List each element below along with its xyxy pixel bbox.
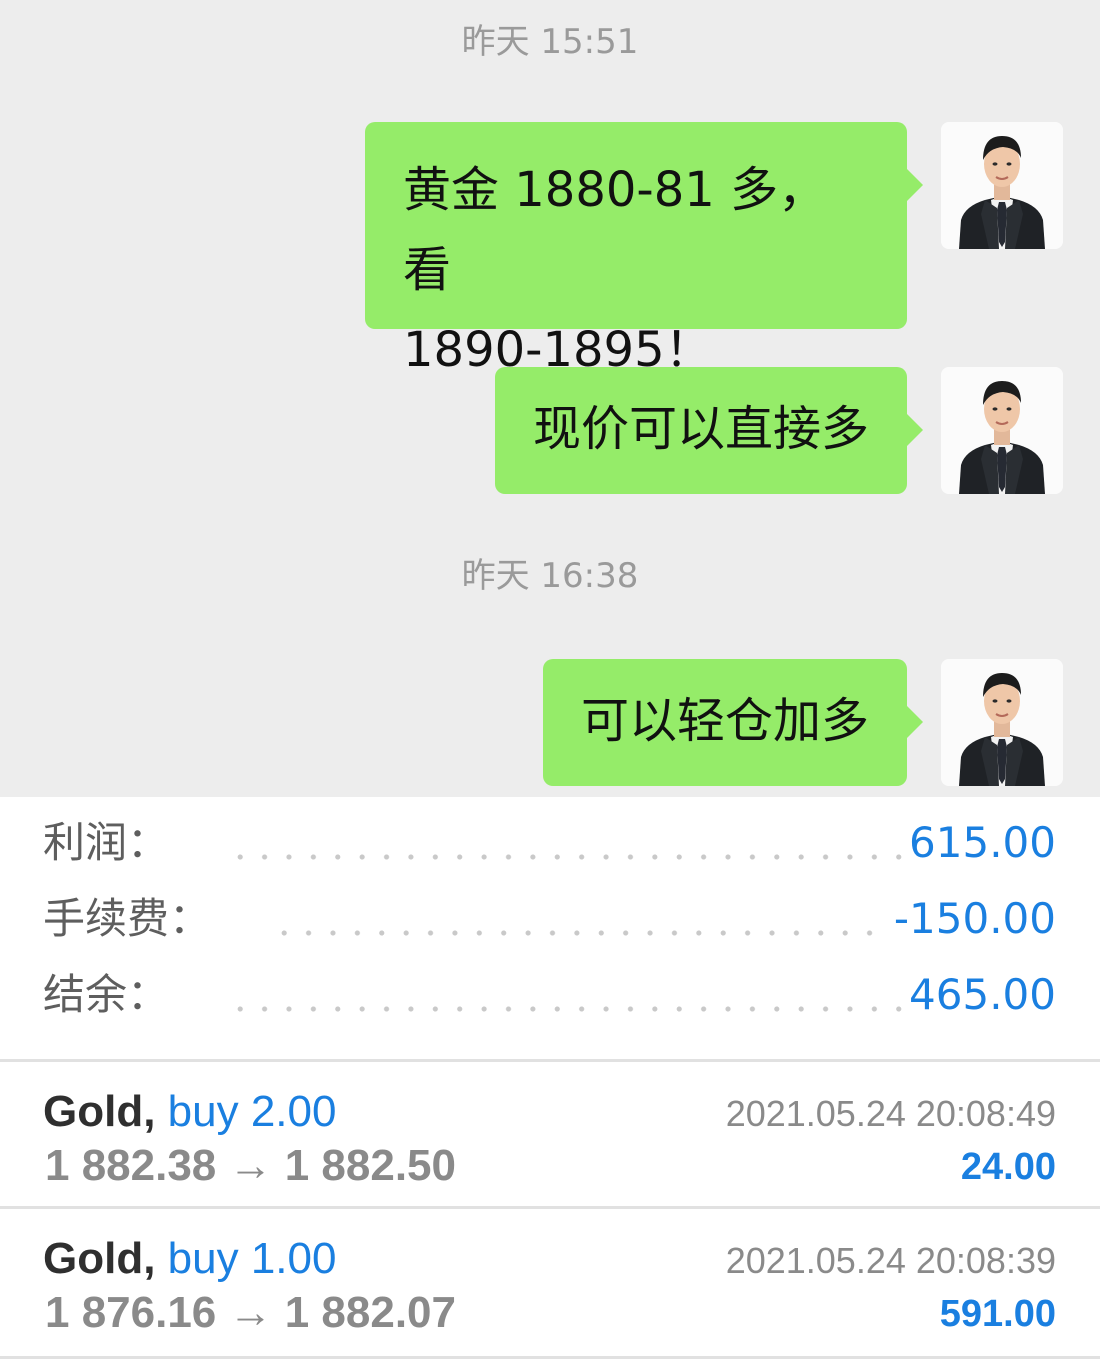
message-row: 黄金 1880-81 多，看 1890-1895！ bbox=[365, 122, 1063, 378]
user-avatar-suit-icon bbox=[941, 122, 1063, 249]
trade-side: buy 1.00 bbox=[167, 1234, 337, 1283]
trade-time: 2021.05.24 20:08:39 bbox=[725, 1240, 1056, 1281]
trade-symbol: Gold, bbox=[43, 1087, 156, 1136]
trade-side: buy 2.00 bbox=[167, 1087, 337, 1136]
summary-label: 手续费： bbox=[43, 894, 212, 943]
avatar[interactable] bbox=[941, 367, 1063, 494]
trade-title: Gold, buy 2.00 bbox=[43, 1086, 336, 1138]
chat-area[interactable]: 昨天 15:51 黄金 1880-81 多，看 1890-1895！ 现价可以直… bbox=[0, 0, 1100, 797]
chat-timestamp: 昨天 16:38 bbox=[461, 556, 639, 596]
account-summary: 利润： 615.00 手续费： -150.00 结余： 465.00 bbox=[0, 797, 1100, 1062]
leader-dots bbox=[272, 930, 875, 936]
summary-row-profit: 利润： 615.00 bbox=[0, 805, 1100, 881]
message-bubble[interactable]: 现价可以直接多 bbox=[494, 367, 924, 494]
message-text: 现价可以直接多 bbox=[532, 401, 869, 457]
trade-time: 2021.05.24 20:08:49 bbox=[725, 1093, 1056, 1134]
summary-value: 465.00 bbox=[909, 970, 1056, 1019]
summary-row-balance: 结余： 465.00 bbox=[0, 957, 1100, 1033]
trade-title: Gold, buy 1.00 bbox=[43, 1233, 336, 1285]
avatar[interactable] bbox=[941, 122, 1063, 249]
trade-symbol: Gold, bbox=[43, 1234, 156, 1283]
trade-prices: 1 876.16 → 1 882.07 bbox=[45, 1288, 456, 1337]
message-text: 可以轻仓加多 bbox=[580, 693, 869, 749]
trade-row[interactable]: Gold, buy 1.00 1 876.16 → 1 882.07 2021.… bbox=[0, 1209, 1100, 1359]
summary-row-fee: 手续费： -150.00 bbox=[0, 881, 1100, 957]
message-text-line: 黄金 1880-81 多，看 bbox=[403, 162, 827, 298]
summary-label: 结余： bbox=[43, 970, 170, 1019]
message-bubble[interactable]: 黄金 1880-81 多，看 1890-1895！ bbox=[365, 122, 923, 378]
trade-profit: 24.00 bbox=[960, 1146, 1056, 1188]
user-avatar-suit-icon bbox=[941, 367, 1063, 494]
avatar[interactable] bbox=[941, 659, 1063, 786]
chat-timestamp: 昨天 15:51 bbox=[461, 22, 639, 62]
trade-row[interactable]: Gold, buy 2.00 1 882.38 → 1 882.50 2021.… bbox=[0, 1062, 1100, 1209]
user-avatar-suit-icon bbox=[941, 659, 1063, 786]
trade-profit: 591.00 bbox=[939, 1293, 1056, 1335]
trade-prices: 1 882.38 → 1 882.50 bbox=[45, 1141, 456, 1190]
message-bubble[interactable]: 可以轻仓加多 bbox=[542, 659, 924, 786]
summary-label: 利润： bbox=[43, 818, 170, 867]
summary-value: -150.00 bbox=[893, 894, 1056, 943]
leader-dots bbox=[228, 854, 905, 860]
summary-value: 615.00 bbox=[909, 818, 1056, 867]
message-row: 现价可以直接多 bbox=[494, 367, 1063, 494]
leader-dots bbox=[228, 1006, 905, 1012]
message-row: 可以轻仓加多 bbox=[542, 659, 1063, 786]
